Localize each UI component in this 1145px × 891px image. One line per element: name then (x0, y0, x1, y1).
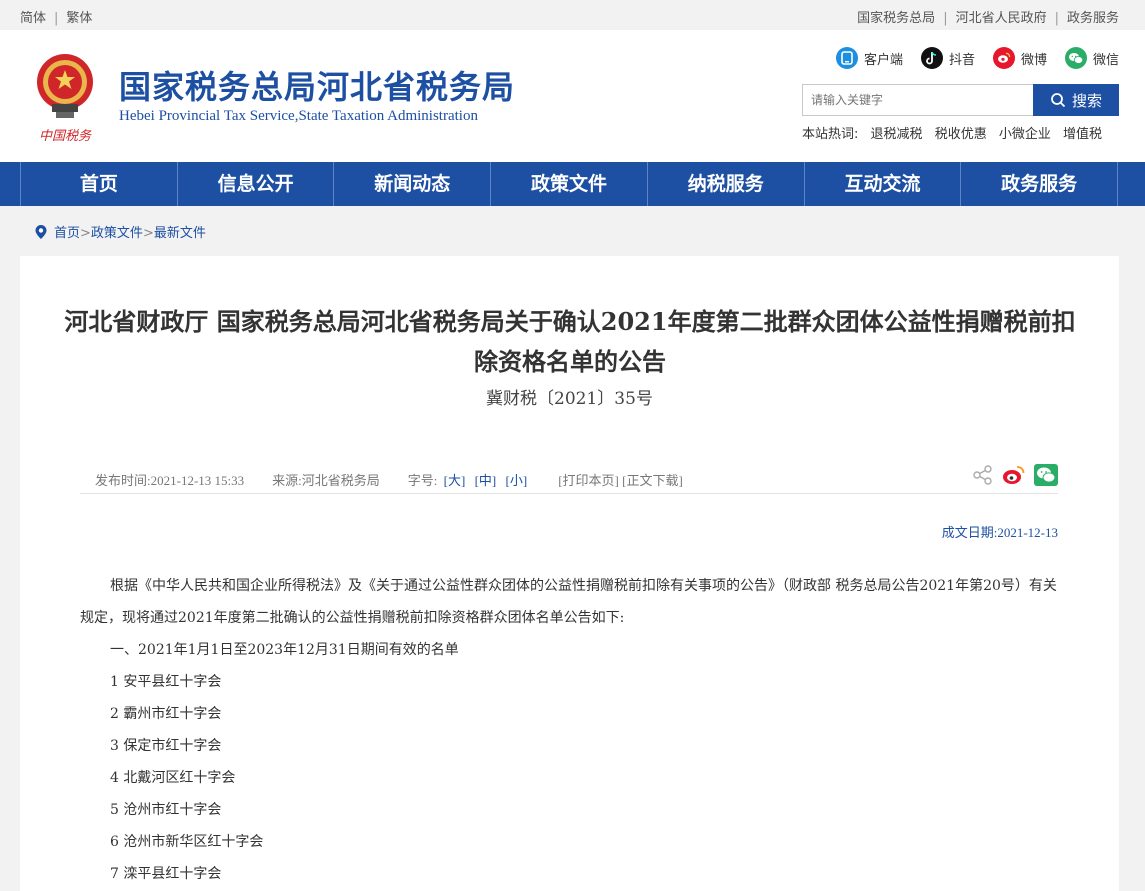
main-nav: 首页 信息公开 新闻动态 政策文件 纳税服务 互动交流 政务服务 (0, 162, 1145, 206)
sta-link[interactable]: 国家税务总局 (857, 11, 935, 26)
article-body: 根据《中华人民共和国企业所得税法》及《关于通过公益性群众团体的公益性捐赠税前扣除… (80, 570, 1060, 890)
weibo-icon (992, 47, 1015, 69)
social-weibo-label: 微博 (1020, 52, 1047, 68)
nav-gov-service[interactable]: 政务服务 (960, 162, 1119, 206)
article-paragraph: 根据《中华人民共和国企业所得税法》及《关于通过公益性群众团体的公益性捐赠税前扣除… (80, 578, 1057, 626)
social-douyin[interactable]: 抖音 (920, 47, 975, 69)
social-links: 客户端 抖音 微博 微信 (835, 47, 1119, 69)
nav-news[interactable]: 新闻动态 (333, 162, 490, 206)
font-size-large[interactable]: [大] (444, 473, 466, 488)
list-item: 4 北戴河区红十字会 (110, 770, 236, 786)
publish-label: 发布时间: (95, 473, 151, 488)
top-utility-bar: 简体 | 繁体 国家税务总局 | 河北省人民政府 | 政务服务 (0, 0, 1145, 30)
creation-date-label: 成文日期: (941, 525, 998, 540)
list-item: 3 保定市红十字会 (110, 738, 222, 754)
font-size-medium[interactable]: [中] (475, 473, 497, 488)
download-link[interactable]: [正文下载] (622, 473, 683, 488)
share-buttons (972, 464, 1058, 486)
social-douyin-label: 抖音 (948, 52, 975, 68)
weibo-share-icon[interactable] (1002, 464, 1026, 486)
wechat-icon (1064, 47, 1087, 69)
nav-policy[interactable]: 政策文件 (490, 162, 647, 206)
source-value: 河北省税务局 (301, 473, 380, 488)
search-input[interactable] (803, 85, 1033, 115)
social-client[interactable]: 客户端 (835, 47, 903, 69)
hebei-gov-link[interactable]: 河北省人民政府 (956, 11, 1047, 26)
site-subtitle: Hebei Provincial Tax Service,State Taxat… (119, 108, 478, 124)
document-number: 冀财税〔2021〕35号 (486, 389, 653, 409)
section-heading: 一、2021年1月1日至2023年12月31日期间有效的名单 (110, 642, 459, 658)
hot-words-label: 本站热词: (802, 127, 859, 142)
social-weibo[interactable]: 微博 (992, 47, 1047, 69)
emblem-text: 中国税务 (39, 129, 92, 144)
list-item: 2 霸州市红十字会 (110, 706, 222, 722)
douyin-icon (920, 47, 943, 69)
list-item: 6 沧州市新华区红十字会 (110, 834, 264, 850)
search-box: 搜索 (802, 84, 1119, 116)
breadcrumb-policy[interactable]: 政策文件 (91, 226, 143, 241)
nav-interaction[interactable]: 互动交流 (803, 162, 961, 206)
hot-word[interactable]: 小微企业 (999, 127, 1051, 142)
source-label: 来源: (272, 473, 302, 488)
list-item: 5 沧州市红十字会 (110, 802, 222, 818)
font-size-small[interactable]: [小] (506, 473, 528, 488)
wechat-share-icon[interactable] (1034, 464, 1058, 486)
hot-words: 本站热词: 退税减税 税收优惠 小微企业 增值税 (802, 123, 1102, 142)
creation-date: 成文日期:2021-12-13 (942, 522, 1058, 541)
client-icon (835, 47, 858, 69)
share-icon[interactable] (972, 464, 994, 486)
location-pin-icon (35, 224, 47, 239)
breadcrumb: 首页>政策文件>最新文件 (34, 222, 206, 241)
simplified-link[interactable]: 简体 (20, 11, 46, 26)
breadcrumb-latest[interactable]: 最新文件 (154, 226, 206, 241)
gov-service-link[interactable]: 政务服务 (1067, 11, 1119, 26)
social-wechat-label: 微信 (1092, 52, 1119, 68)
traditional-link[interactable]: 繁体 (66, 11, 92, 26)
tax-emblem-logo[interactable]: 中国税务 (30, 46, 100, 146)
search-button[interactable]: 搜索 (1033, 84, 1119, 116)
print-link[interactable]: [打印本页] (558, 473, 619, 488)
site-header: 中国税务 国家税务总局河北省税务局 Hebei Provincial Tax S… (0, 30, 1145, 162)
social-client-label: 客户端 (863, 52, 903, 68)
article-card: 河北省财政厅 国家税务总局河北省税务局关于确认2021年度第二批群众团体公益性捐… (20, 256, 1119, 891)
svg-text:中国税务: 中国税务 (39, 129, 92, 144)
nav-tax-service[interactable]: 纳税服务 (646, 162, 804, 206)
creation-date-value: 2021-12-13 (997, 525, 1058, 540)
nav-home[interactable]: 首页 (20, 162, 177, 206)
site-title[interactable]: 国家税务总局河北省税务局 (119, 62, 515, 108)
font-size-label: 字号: (407, 473, 438, 488)
search-icon (1051, 93, 1066, 108)
hot-word[interactable]: 退税减税 (871, 127, 923, 142)
search-button-label: 搜索 (1071, 91, 1102, 110)
article-title: 河北省财政厅 国家税务总局河北省税务局关于确认2021年度第二批群众团体公益性捐… (64, 307, 1076, 376)
nav-info-disclosure[interactable]: 信息公开 (176, 162, 334, 206)
publish-time: 2021-12-13 15:33 (150, 473, 245, 488)
article-meta: 发布时间:2021-12-13 15:33 来源:河北省税务局 字号: [大] … (80, 458, 1058, 494)
breadcrumb-home[interactable]: 首页 (54, 226, 80, 241)
list-item: 7 滦平县红十字会 (110, 866, 222, 882)
list-item: 1 安平县红十字会 (110, 674, 222, 690)
social-wechat[interactable]: 微信 (1064, 47, 1119, 69)
hot-word[interactable]: 增值税 (1063, 127, 1102, 142)
hot-word[interactable]: 税收优惠 (935, 127, 987, 142)
